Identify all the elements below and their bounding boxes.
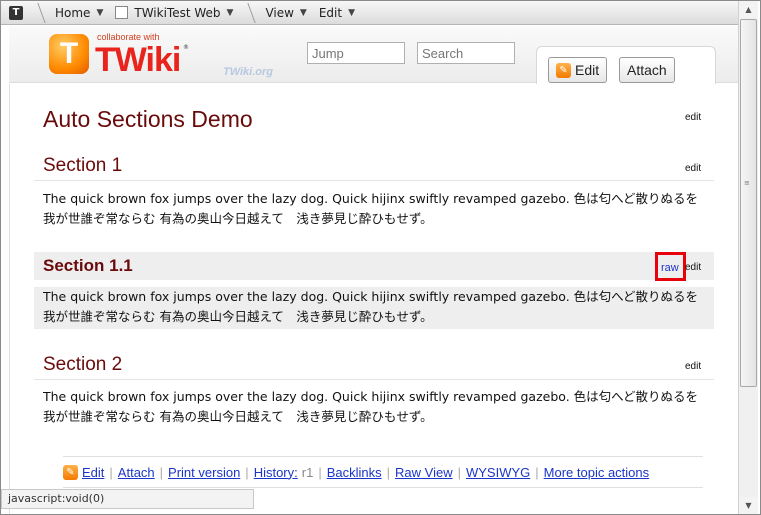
section-text-line: 我が世誰ぞ常ならむ 有為の奥山今日越えて 浅き夢見じ酔ひもせず。 xyxy=(43,309,433,324)
page-title: Auto Sections Demo xyxy=(43,106,253,132)
pencil-icon: ✎ xyxy=(63,464,78,480)
chevron-down-icon[interactable]: ▼ xyxy=(348,8,355,18)
breadcrumb-home[interactable]: Home ▼ xyxy=(49,6,109,20)
chevron-down-icon[interactable]: ▼ xyxy=(96,8,103,18)
topic-actions-bar: ✎ Edit | Attach | Print version | Histor… xyxy=(63,456,703,488)
action-history-link[interactable]: History: xyxy=(254,465,298,480)
history-revision: r1 xyxy=(301,464,314,480)
browser-frame: T Home ▼ TWikiTest Web ▼ View ▼ Edit ▼ T… xyxy=(0,0,761,515)
topic-content: Auto Sections Demo edit Section 1 edit T… xyxy=(9,84,738,514)
logo-wordmark: TWiki xyxy=(95,41,181,79)
section-title: Section 2 xyxy=(43,354,123,375)
vertical-scrollbar[interactable]: ▲ ≡ ▼ xyxy=(738,1,758,514)
section-text-line: The quick brown fox jumps over the lazy … xyxy=(43,389,699,404)
twiki-app-icon[interactable]: T xyxy=(9,5,23,20)
menu-view-label: View xyxy=(265,5,294,20)
section-1-body: The quick brown fox jumps over the lazy … xyxy=(34,189,714,229)
section-1-1-body: The quick brown fox jumps over the lazy … xyxy=(34,287,714,329)
section-text-line: The quick brown fox jumps over the lazy … xyxy=(43,191,699,206)
section-1-1-raw-link[interactable]: raw xyxy=(661,262,679,274)
edit-button-label: Edit xyxy=(575,62,600,78)
section-title: Section 1.1 xyxy=(43,256,133,275)
section-1-edit-link[interactable]: edit xyxy=(685,163,701,174)
chevron-down-icon[interactable]: ▼ xyxy=(300,8,307,18)
action-attach-link[interactable]: Attach xyxy=(118,465,155,480)
action-backlinks-link[interactable]: Backlinks xyxy=(327,465,382,480)
section-1-1-edit-link[interactable]: edit xyxy=(685,262,701,273)
logo-t-icon: T xyxy=(49,34,89,74)
scroll-up-icon[interactable]: ▲ xyxy=(739,1,758,18)
web-checkbox-icon xyxy=(115,6,129,19)
attach-button[interactable]: Attach xyxy=(619,57,675,83)
action-edit-link[interactable]: Edit xyxy=(82,465,104,480)
page-header: T collaborate with TWiki ® TWiki.org ✎ E… xyxy=(9,26,738,84)
breadcrumb-bar: T Home ▼ TWikiTest Web ▼ View ▼ Edit ▼ xyxy=(1,1,738,25)
breadcrumb-web[interactable]: TWikiTest Web ▼ xyxy=(109,6,239,20)
breadcrumb-web-label: TWikiTest Web xyxy=(134,5,221,20)
section-2-edit-link[interactable]: edit xyxy=(685,361,701,372)
menu-view[interactable]: View ▼ xyxy=(259,6,312,20)
section-1-1-heading: Section 1.1 xyxy=(34,252,714,280)
jump-input[interactable] xyxy=(307,42,405,64)
header-action-tab: ✎ Edit Attach xyxy=(536,46,716,84)
section-title: Section 1 xyxy=(43,155,123,176)
chevron-down-icon[interactable]: ▼ xyxy=(227,8,234,18)
action-wysiwyg-link[interactable]: WYSIWYG xyxy=(466,465,530,480)
pencil-icon: ✎ xyxy=(556,62,571,78)
section-1-heading: Section 1 xyxy=(34,153,714,181)
breadcrumb-home-label: Home xyxy=(55,5,91,20)
twiki-logo[interactable]: T collaborate with TWiki ® xyxy=(49,32,189,79)
edit-button[interactable]: ✎ Edit xyxy=(548,57,608,83)
menu-edit-label: Edit xyxy=(318,5,343,20)
search-input[interactable] xyxy=(417,42,515,64)
section-2-body: The quick brown fox jumps over the lazy … xyxy=(34,387,714,427)
action-print-link[interactable]: Print version xyxy=(168,465,240,480)
twiki-org-watermark: TWiki.org xyxy=(223,66,274,78)
section-text-line: The quick brown fox jumps over the lazy … xyxy=(43,289,699,304)
section-text-line: 我が世誰ぞ常ならむ 有為の奥山今日越えて 浅き夢見じ酔ひもせず。 xyxy=(43,409,433,424)
breadcrumb-separator xyxy=(33,1,43,25)
menu-edit[interactable]: Edit ▼ xyxy=(313,6,361,20)
scroll-down-icon[interactable]: ▼ xyxy=(739,497,758,514)
title-edit-link[interactable]: edit xyxy=(685,112,701,123)
scrollbar-thumb[interactable] xyxy=(740,19,757,387)
breadcrumb-separator xyxy=(243,1,253,25)
action-raw-view-link[interactable]: Raw View xyxy=(395,465,453,480)
status-bar: javascript:void(0) xyxy=(1,489,254,509)
section-2-heading: Section 2 xyxy=(34,352,714,380)
attach-button-label: Attach xyxy=(627,62,667,78)
action-more-link[interactable]: More topic actions xyxy=(544,465,650,480)
registered-icon: ® xyxy=(183,44,189,51)
scroll-grip-icon: ≡ xyxy=(744,179,750,187)
section-text-line: 我が世誰ぞ常ならむ 有為の奥山今日越えて 浅き夢見じ酔ひもせず。 xyxy=(43,211,433,226)
